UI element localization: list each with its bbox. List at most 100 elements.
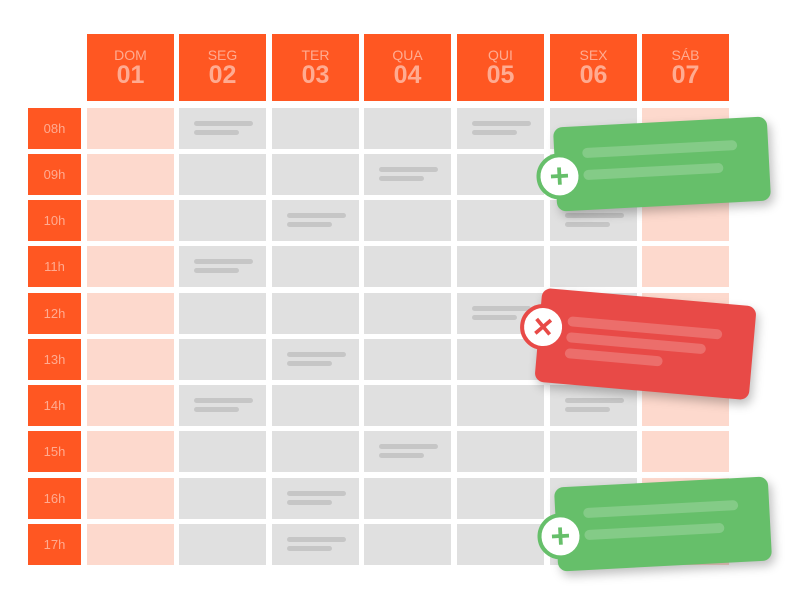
event-placeholder-line: [194, 259, 253, 264]
time-slot[interactable]: [364, 246, 451, 287]
time-slot[interactable]: [179, 293, 266, 334]
time-slot[interactable]: [179, 385, 266, 426]
day-header[interactable]: QUA 04: [364, 34, 451, 101]
time-slot[interactable]: [364, 478, 451, 519]
time-slot[interactable]: [272, 524, 359, 565]
time-slot[interactable]: [87, 339, 174, 380]
day-header[interactable]: SEG 02: [179, 34, 266, 101]
icon-symbol: +: [548, 156, 571, 196]
event-placeholder-line: [379, 444, 438, 449]
day-date: 04: [393, 61, 422, 89]
time-slot[interactable]: [364, 108, 451, 149]
hour-label: 17h: [28, 524, 81, 565]
time-slot[interactable]: [550, 246, 637, 287]
event-placeholder-line: [194, 130, 239, 135]
time-slot[interactable]: [179, 154, 266, 195]
time-slot[interactable]: [87, 154, 174, 195]
time-slot[interactable]: [87, 478, 174, 519]
event-placeholder-line: [472, 315, 517, 320]
event-placeholder-line: [565, 398, 624, 403]
event-placeholder-line: [194, 121, 253, 126]
time-slot[interactable]: [457, 524, 544, 565]
event-placeholder-line: [287, 500, 332, 505]
day-header[interactable]: SEX 06: [550, 34, 637, 101]
time-slot[interactable]: [550, 431, 637, 472]
event-placeholder-line: [472, 130, 517, 135]
text-placeholder-bar: [564, 348, 663, 367]
event-placeholder-line: [287, 546, 332, 551]
day-header[interactable]: DOM 01: [87, 34, 174, 101]
time-slot[interactable]: [272, 339, 359, 380]
event-placeholder-line: [379, 176, 424, 181]
time-slot[interactable]: [364, 431, 451, 472]
time-slot[interactable]: [87, 524, 174, 565]
day-header[interactable]: SÁB 07: [642, 34, 729, 101]
time-slot[interactable]: [457, 108, 544, 149]
time-slot[interactable]: [272, 246, 359, 287]
time-slot[interactable]: [457, 431, 544, 472]
time-slot[interactable]: [272, 385, 359, 426]
text-placeholder-bar: [584, 522, 725, 541]
time-slot[interactable]: [272, 431, 359, 472]
day-date: 05: [486, 61, 515, 89]
hour-label: 11h: [28, 246, 81, 287]
time-slot[interactable]: [179, 246, 266, 287]
time-slot[interactable]: [87, 200, 174, 241]
text-placeholder-bar: [583, 500, 739, 519]
time-slot[interactable]: [87, 293, 174, 334]
time-slot[interactable]: [87, 385, 174, 426]
time-slot[interactable]: [457, 246, 544, 287]
time-slot[interactable]: [179, 524, 266, 565]
time-slot[interactable]: [87, 431, 174, 472]
hour-label: 14h: [28, 385, 81, 426]
event-placeholder-line: [472, 306, 531, 311]
add-event-card[interactable]: +: [535, 116, 772, 212]
time-slot[interactable]: [364, 524, 451, 565]
time-slot[interactable]: [272, 154, 359, 195]
time-slot[interactable]: [457, 478, 544, 519]
time-slot[interactable]: [272, 293, 359, 334]
hour-label: 13h: [28, 339, 81, 380]
hour-label: 15h: [28, 431, 81, 472]
day-date: 07: [671, 61, 700, 89]
hour-label: 12h: [28, 293, 81, 334]
day-header[interactable]: QUI 05: [457, 34, 544, 101]
time-slot[interactable]: [364, 339, 451, 380]
remove-event-card[interactable]: ×: [518, 287, 757, 401]
time-slot[interactable]: [179, 339, 266, 380]
time-slot[interactable]: [457, 154, 544, 195]
time-slot[interactable]: [364, 385, 451, 426]
time-slot[interactable]: [272, 478, 359, 519]
day-date: 06: [579, 61, 608, 89]
time-slot[interactable]: [642, 246, 729, 287]
text-placeholder-bar: [582, 140, 738, 159]
event-placeholder-line: [287, 213, 346, 218]
event-placeholder-line: [287, 537, 346, 542]
time-slot[interactable]: [550, 385, 637, 426]
hour-label: 08h: [28, 108, 81, 149]
time-slot[interactable]: [179, 478, 266, 519]
hour-label: 10h: [28, 200, 81, 241]
time-slot[interactable]: [272, 200, 359, 241]
time-slot[interactable]: [272, 108, 359, 149]
time-slot[interactable]: [179, 108, 266, 149]
event-placeholder-line: [379, 167, 438, 172]
hour-label: 09h: [28, 154, 81, 195]
time-slot[interactable]: [457, 385, 544, 426]
time-slot[interactable]: [87, 108, 174, 149]
time-slot[interactable]: [364, 200, 451, 241]
time-slot[interactable]: [179, 431, 266, 472]
time-slot[interactable]: [87, 246, 174, 287]
event-placeholder-line: [194, 398, 253, 403]
time-slot[interactable]: [179, 200, 266, 241]
time-slot[interactable]: [642, 431, 729, 472]
event-placeholder-line: [287, 222, 332, 227]
event-placeholder-line: [565, 407, 610, 412]
text-placeholder-bar: [583, 162, 724, 181]
time-slot[interactable]: [364, 293, 451, 334]
day-header[interactable]: TER 03: [272, 34, 359, 101]
event-placeholder-line: [194, 268, 239, 273]
time-slot[interactable]: [364, 154, 451, 195]
add-event-card[interactable]: +: [536, 476, 773, 572]
time-slot[interactable]: [457, 200, 544, 241]
